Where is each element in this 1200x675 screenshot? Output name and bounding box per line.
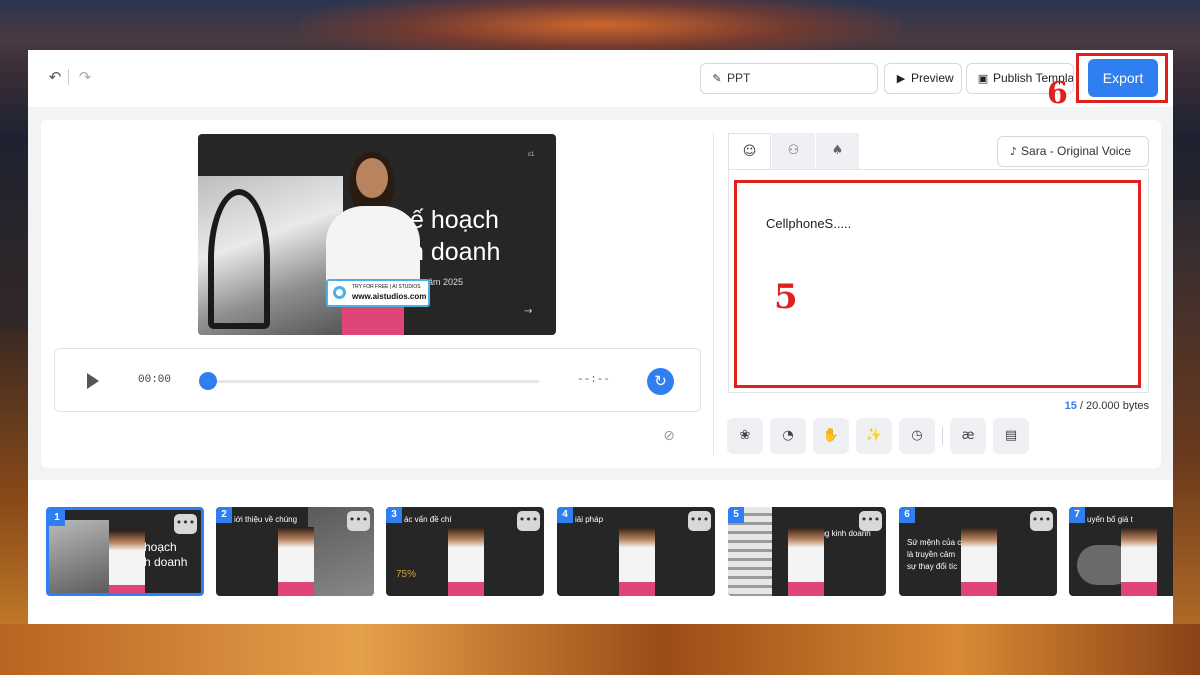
slide-arrow-icon: → [524, 306, 533, 317]
top-bar: ↶ ↷ ✎PPT ▶Preview ▣Publish Template Expo… [28, 50, 1173, 107]
seek-track[interactable] [207, 380, 539, 383]
audio-player: 00:00 --:-- ↻ [54, 348, 701, 412]
scene-avatar [1121, 527, 1157, 596]
toolbar-divider [942, 427, 943, 445]
camera-off-icon[interactable]: ⊘ [658, 428, 680, 446]
more-options-icon[interactable]: ••• [174, 514, 197, 534]
spiral-staircase [208, 189, 270, 329]
current-time: 00:00 [138, 374, 172, 386]
scene-preview-canvas[interactable]: c1 ế hoạch h doanh năm 2025 → TRY FOR FR… [198, 134, 556, 335]
scene-thumbnail-1[interactable]: hoạch h doanh 1 ••• [46, 507, 204, 596]
redo-icon[interactable]: ↷ [76, 68, 94, 86]
scene-number: 6 [899, 507, 915, 523]
preview-button[interactable]: ▶ Preview [884, 63, 962, 94]
export-button[interactable]: Export [1088, 59, 1158, 97]
scene-avatar [788, 527, 824, 596]
magic-icon[interactable]: ✨ [856, 418, 892, 454]
speed-icon[interactable]: ◔ [770, 418, 806, 454]
scene-number: 7 [1069, 507, 1085, 523]
openai-icon[interactable]: ❀ [727, 418, 763, 454]
scene-number: 3 [386, 507, 402, 523]
scene-number: 4 [557, 507, 573, 523]
scene-thumbnail-4[interactable]: iải pháp 4 ••• [557, 507, 715, 596]
scene-avatar [109, 530, 145, 593]
scene-thumbnail-3[interactable]: ác vấn đề chí 75% 3 ••• [386, 507, 544, 596]
editor-panel: c1 ế hoạch h doanh năm 2025 → TRY FOR FR… [41, 120, 1161, 468]
aistudios-watermark: TRY FOR FREE | AI STUDIOS www.aistudios.… [326, 279, 430, 307]
subtitle-icon[interactable]: ▤ [993, 418, 1029, 454]
background-dune-bottom [0, 624, 1200, 675]
voice-label: Sara - Original Voice [1021, 144, 1132, 158]
scene-avatar [961, 527, 997, 596]
scene-thumbnail-2[interactable]: iới thiệu về chúng 2 ••• [216, 507, 374, 596]
script-text: CellphoneS..... [766, 216, 852, 231]
slide-corner-mark: c1 [528, 152, 535, 158]
more-options-icon[interactable]: ••• [859, 511, 882, 531]
more-options-icon[interactable]: ••• [1030, 511, 1053, 531]
scene-number: 2 [216, 507, 232, 523]
scene-filmstrip: hoạch h doanh 1 ••• iới thiệu về chúng 2… [28, 480, 1173, 624]
tab-audio[interactable]: ♠ [816, 133, 859, 169]
scene-number: 5 [728, 507, 744, 523]
scene-thumbnail-6[interactable]: Sứ mệnh của ch là truyền cảm sự thay đổi… [899, 507, 1057, 596]
undo-icon[interactable]: ↶ [46, 68, 64, 86]
scene-title: Sứ mệnh của ch là truyền cảm sự thay đổi… [907, 538, 966, 571]
voice-selector[interactable]: ♪ Sara - Original Voice [997, 136, 1149, 167]
scene-thumbnail-7[interactable]: uyến bố giá t 7 [1069, 507, 1173, 596]
watermark-logo-icon [333, 286, 346, 299]
more-options-icon[interactable]: ••• [688, 511, 711, 531]
gesture-icon[interactable]: ✋ [813, 418, 849, 454]
scene-thumbnail-5[interactable]: ổng kinh doanh 5 ••• [728, 507, 886, 596]
pencil-icon: ✎ [712, 72, 722, 85]
preview-label: Preview [911, 71, 954, 85]
byte-counter: 15 / 20.000 bytes [1041, 400, 1149, 412]
ppt-button[interactable]: ✎ PPT [700, 63, 878, 94]
total-time: --:-- [577, 374, 611, 386]
watermark-small-text: TRY FOR FREE | AI STUDIOS [352, 284, 421, 290]
scene-number: 1 [49, 510, 65, 526]
refresh-icon[interactable]: ↻ [647, 368, 674, 395]
tab-avatar[interactable]: ☺ [728, 133, 771, 169]
template-icon: ▣ [977, 72, 989, 85]
microphone-icon: ♪ [1010, 145, 1018, 158]
more-options-icon[interactable]: ••• [347, 511, 370, 531]
clock-icon[interactable]: ◷ [899, 418, 935, 454]
seek-knob[interactable] [199, 372, 217, 390]
ppt-label: PPT [727, 71, 751, 85]
editor-window: ↶ ↷ ✎PPT ▶Preview ▣Publish Template Expo… [28, 50, 1173, 624]
undo-redo-divider [68, 69, 69, 85]
byte-count-total: / 20.000 bytes [1076, 400, 1149, 412]
scene-title: hoạch h doanh [144, 540, 188, 569]
scene-avatar [278, 527, 314, 596]
scene-title: ác vấn đề chí [404, 515, 452, 524]
play-icon[interactable] [87, 373, 99, 389]
ae-icon[interactable]: æ [950, 418, 986, 454]
watermark-url: www.aistudios.com [352, 292, 427, 301]
scene-stat: 75% [396, 569, 417, 580]
annotation-number-6: 6 [1047, 76, 1068, 111]
panel-divider [713, 133, 714, 455]
annotation-number-5: 5 [774, 277, 798, 317]
scene-title: uyến bố giá t [1087, 515, 1133, 524]
tab-multi-avatar[interactable]: ⚇ [772, 133, 815, 169]
play-icon: ▶ [896, 72, 906, 85]
background-dune-right [1172, 200, 1200, 675]
scene-avatar [448, 527, 484, 596]
scene-title: iải pháp [575, 515, 604, 524]
more-options-icon[interactable]: ••• [517, 511, 540, 531]
scene-title: iới thiệu về chúng [234, 515, 298, 524]
byte-count-current: 15 [1064, 400, 1077, 412]
scene-avatar [619, 527, 655, 596]
